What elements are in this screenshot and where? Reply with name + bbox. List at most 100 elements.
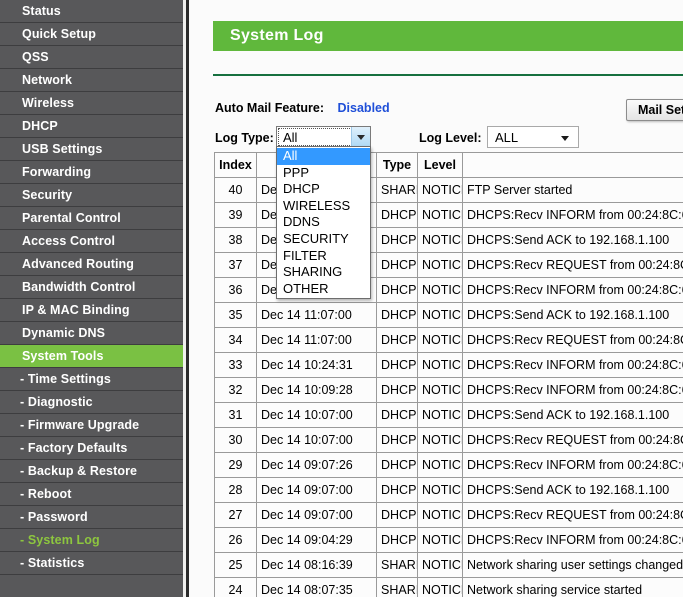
log-index-cell: 33 bbox=[214, 352, 257, 378]
sidebar-item-access-control[interactable]: Access Control bbox=[0, 230, 183, 253]
log-type-option-all[interactable]: All bbox=[277, 148, 370, 165]
log-content-cell: DHCPS:Send ACK to 192.168.1.100 bbox=[462, 477, 683, 503]
log-index-cell: 24 bbox=[214, 577, 257, 597]
sidebar-item-dynamic-dns[interactable]: Dynamic DNS bbox=[0, 322, 183, 345]
log-time-cell: Dec 14 10:09:28 bbox=[256, 377, 377, 403]
log-time-cell: Dec 14 09:07:26 bbox=[256, 452, 377, 478]
log-content-cell: DHCPS:Send ACK to 192.168.1.100 bbox=[462, 402, 683, 428]
sidebar-item-advanced-routing[interactable]: Advanced Routing bbox=[0, 253, 183, 276]
log-type-select[interactable]: All bbox=[276, 126, 371, 148]
log-level-cell: NOTICE bbox=[417, 427, 463, 453]
log-level-cell: NOTICE bbox=[417, 527, 463, 553]
log-content-cell: DHCPS:Send ACK to 192.168.1.100 bbox=[462, 302, 683, 328]
auto-mail-feature-row: Auto Mail Feature: Disabled bbox=[215, 101, 390, 115]
log-time-cell: Dec 14 11:07:00 bbox=[256, 302, 377, 328]
log-type-options-list[interactable]: All PPP DHCP WIRELESS DDNS SECURITY FILTER SHAR… bbox=[276, 146, 371, 300]
header-rule bbox=[213, 74, 683, 76]
log-level-cell: NOTICE bbox=[417, 177, 463, 203]
router-admin-page: Status Quick Setup QSS Network Wireless DHCP U… bbox=[0, 0, 683, 597]
log-index-cell: 25 bbox=[214, 552, 257, 578]
sidebar-item-forwarding[interactable]: Forwarding bbox=[0, 161, 183, 184]
log-type-option-security[interactable]: SECURITY bbox=[277, 231, 370, 248]
sidebar-item-time-settings[interactable]: - Time Settings bbox=[0, 368, 183, 391]
sidebar-item-factory-defaults[interactable]: - Factory Defaults bbox=[0, 437, 183, 460]
column-header-type: Type bbox=[376, 152, 418, 178]
log-content-cell: Network sharing service started bbox=[462, 577, 683, 597]
log-type-option-ddns[interactable]: DDNS bbox=[277, 214, 370, 231]
log-content-cell: Network sharing user settings changed bbox=[462, 552, 683, 578]
auto-mail-feature-label: Auto Mail Feature: bbox=[215, 101, 325, 115]
sidebar-item-usb-settings[interactable]: USB Settings bbox=[0, 138, 183, 161]
sidebar-item-bandwidth-control[interactable]: Bandwidth Control bbox=[0, 276, 183, 299]
log-level-cell: NOTICE bbox=[417, 352, 463, 378]
log-type-cell: SHARING bbox=[376, 177, 418, 203]
log-content-cell: DHCPS:Recv REQUEST from 00:24:8C bbox=[462, 252, 683, 278]
log-type-option-sharing[interactable]: SHARING bbox=[277, 264, 370, 281]
log-index-cell: 36 bbox=[214, 277, 257, 303]
log-type-cell: DHCP bbox=[376, 402, 418, 428]
page-title: System Log bbox=[213, 21, 683, 51]
log-content-cell: DHCPS:Send ACK to 192.168.1.100 bbox=[462, 227, 683, 253]
sidebar-item-parental-control[interactable]: Parental Control bbox=[0, 207, 183, 230]
sidebar-item-ip-mac-binding[interactable]: IP & MAC Binding bbox=[0, 299, 183, 322]
sidebar-item-network[interactable]: Network bbox=[0, 69, 183, 92]
log-index-cell: 31 bbox=[214, 402, 257, 428]
log-time-cell: Dec 14 08:07:35 bbox=[256, 577, 377, 597]
sidebar-item-firmware-upgrade[interactable]: - Firmware Upgrade bbox=[0, 414, 183, 437]
sidebar-item-password[interactable]: - Password bbox=[0, 506, 183, 529]
log-type-selected-value: All bbox=[283, 130, 298, 145]
sidebar-navigation: Status Quick Setup QSS Network Wireless DHCP U… bbox=[0, 0, 183, 597]
table-row: 32Dec 14 10:09:28DHCPNOTICEDHCPS:Recv IN… bbox=[214, 377, 683, 403]
log-time-cell: Dec 14 10:07:00 bbox=[256, 427, 377, 453]
log-level-cell: NOTICE bbox=[417, 577, 463, 597]
log-level-cell: NOTICE bbox=[417, 552, 463, 578]
log-time-cell: Dec 14 09:04:29 bbox=[256, 527, 377, 553]
table-row: 30Dec 14 10:07:00DHCPNOTICEDHCPS:Recv RE… bbox=[214, 427, 683, 453]
log-index-cell: 29 bbox=[214, 452, 257, 478]
sidebar-item-dhcp[interactable]: DHCP bbox=[0, 115, 183, 138]
log-level-cell: NOTICE bbox=[417, 377, 463, 403]
sidebar-item-wireless[interactable]: Wireless bbox=[0, 92, 183, 115]
log-type-option-dhcp[interactable]: DHCP bbox=[277, 181, 370, 198]
log-index-cell: 37 bbox=[214, 252, 257, 278]
sidebar-item-system-log[interactable]: - System Log bbox=[0, 529, 183, 552]
sidebar-item-quick-setup[interactable]: Quick Setup bbox=[0, 23, 183, 46]
sidebar-item-statistics[interactable]: - Statistics bbox=[0, 552, 183, 575]
log-level-select[interactable]: ALL bbox=[487, 126, 579, 148]
log-type-option-other[interactable]: OTHER bbox=[277, 281, 370, 298]
sidebar-item-qss[interactable]: QSS bbox=[0, 46, 183, 69]
table-row: 29Dec 14 09:07:26DHCPNOTICEDHCPS:Recv IN… bbox=[214, 452, 683, 478]
auto-mail-feature-value: Disabled bbox=[337, 101, 390, 115]
log-index-cell: 35 bbox=[214, 302, 257, 328]
log-level-cell: NOTICE bbox=[417, 202, 463, 228]
chevron-down-icon[interactable] bbox=[351, 127, 370, 147]
log-type-cell: SHARING bbox=[376, 552, 418, 578]
sidebar-item-system-tools[interactable]: System Tools bbox=[0, 345, 183, 368]
log-level-selected-value: ALL bbox=[495, 130, 519, 145]
sidebar-item-backup-restore[interactable]: - Backup & Restore bbox=[0, 460, 183, 483]
log-type-cell: SHARING bbox=[376, 577, 418, 597]
sidebar-item-diagnostic[interactable]: - Diagnostic bbox=[0, 391, 183, 414]
log-content-cell: DHCPS:Recv INFORM from 00:24:8C:6 bbox=[462, 452, 683, 478]
log-content-cell: DHCPS:Recv INFORM from 00:24:8C:6 bbox=[462, 377, 683, 403]
sidebar-item-status[interactable]: Status bbox=[0, 0, 183, 23]
log-content-cell: DHCPS:Recv REQUEST from 00:24:8C bbox=[462, 327, 683, 353]
log-level-cell: NOTICE bbox=[417, 502, 463, 528]
log-type-cell: DHCP bbox=[376, 377, 418, 403]
log-type-option-wireless[interactable]: WIRELESS bbox=[277, 198, 370, 215]
sidebar-item-reboot[interactable]: - Reboot bbox=[0, 483, 183, 506]
log-level-cell: NOTICE bbox=[417, 302, 463, 328]
log-index-cell: 39 bbox=[214, 202, 257, 228]
log-level-cell: NOTICE bbox=[417, 452, 463, 478]
log-index-cell: 26 bbox=[214, 527, 257, 553]
log-time-cell: Dec 14 09:07:00 bbox=[256, 502, 377, 528]
sidebar-item-security[interactable]: Security bbox=[0, 184, 183, 207]
log-index-cell: 34 bbox=[214, 327, 257, 353]
log-time-cell: Dec 14 09:07:00 bbox=[256, 477, 377, 503]
mail-settings-button[interactable]: Mail Settings bbox=[626, 99, 683, 121]
log-type-option-filter[interactable]: FILTER bbox=[277, 248, 370, 265]
log-type-option-ppp[interactable]: PPP bbox=[277, 165, 370, 182]
log-content-cell: DHCPS:Recv INFORM from 00:24:8C:6 bbox=[462, 202, 683, 228]
log-index-cell: 28 bbox=[214, 477, 257, 503]
log-level-cell: NOTICE bbox=[417, 402, 463, 428]
